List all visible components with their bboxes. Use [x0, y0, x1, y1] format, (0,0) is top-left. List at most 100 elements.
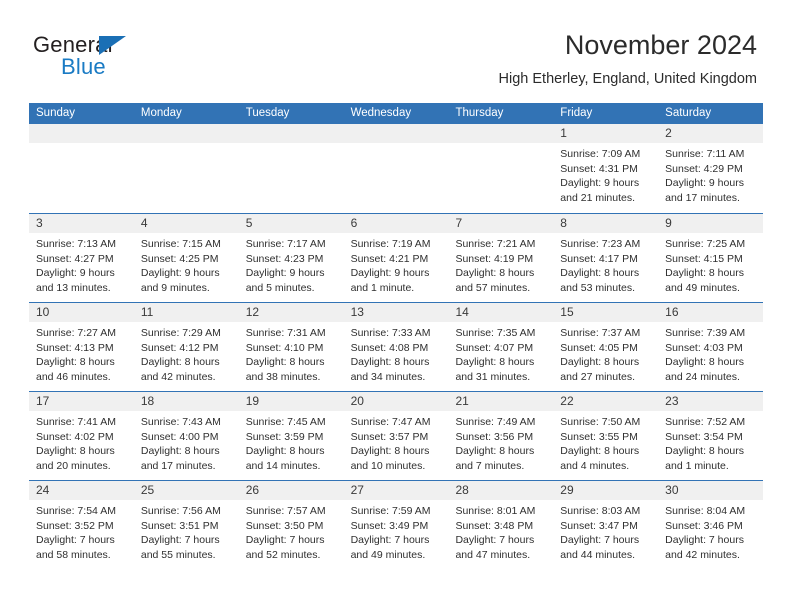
day-cell[interactable]: 15 Sunrise: 7:37 AM Sunset: 4:05 PM Dayligh…	[553, 303, 659, 391]
day-number: 29	[560, 483, 574, 497]
day-number: 17	[36, 394, 50, 408]
day-cell[interactable]: 21 Sunrise: 7:49 AM Sunset: 3:56 PM Dayligh…	[448, 392, 554, 480]
day-cell[interactable]: 22 Sunrise: 7:50 AM Sunset: 3:55 PM Dayligh…	[553, 392, 659, 480]
day-cell[interactable]: 16 Sunrise: 7:39 AM Sunset: 4:03 PM Dayligh…	[658, 303, 764, 391]
day-detail-line: and 57 minutes.	[455, 281, 531, 294]
day-number-header: 22	[553, 392, 659, 411]
day-detail-line: Sunrise: 7:47 AM	[350, 416, 431, 428]
day-detail-line: and 13 minutes.	[36, 281, 111, 294]
day-number-header: 29	[553, 481, 659, 500]
weekday-header-sunday: Sunday	[36, 107, 76, 119]
day-cell[interactable]: 29 Sunrise: 8:03 AM Sunset: 3:47 PM Dayligh…	[553, 481, 659, 569]
day-cell[interactable]: 4 Sunrise: 7:15 AM Sunset: 4:25 PM Daylight…	[133, 214, 239, 302]
day-number-header: 10	[29, 303, 134, 322]
day-number-header: 8	[553, 214, 659, 233]
day-detail-line: and 17 minutes.	[140, 459, 216, 472]
day-cell[interactable]: 6 Sunrise: 7:19 AM Sunset: 4:21 PM Daylight…	[343, 214, 449, 302]
day-cell[interactable]: 14 Sunrise: 7:35 AM Sunset: 4:07 PM Dayligh…	[448, 303, 554, 391]
day-detail-line: and 42 minutes.	[140, 370, 216, 383]
day-detail-line: Daylight: 8 hours	[560, 356, 640, 368]
calendar-grid: Sunday Monday Tuesday Wednesday Thursday Frid…	[29, 103, 764, 569]
day-detail-line: Sunrise: 7:41 AM	[36, 416, 116, 428]
day-detail-line: Sunset: 3:46 PM	[665, 519, 743, 532]
day-details: Sunrise: 7:33 AM Sunset: 4:08 PM Daylight:…	[343, 322, 449, 391]
day-detail-line: Sunrise: 7:56 AM	[140, 505, 221, 517]
day-number-header	[133, 124, 239, 143]
day-number: 15	[560, 305, 574, 319]
day-cell[interactable]: 12 Sunrise: 7:31 AM Sunset: 4:10 PM Dayligh…	[238, 303, 344, 391]
day-detail-line: Sunset: 4:21 PM	[350, 252, 429, 265]
day-cell[interactable]: 11 Sunrise: 7:29 AM Sunset: 4:12 PM Dayligh…	[133, 303, 239, 391]
day-detail-line: Sunset: 3:50 PM	[245, 519, 324, 532]
day-details: Sunrise: 7:50 AM Sunset: 3:55 PM Daylight:…	[553, 411, 659, 480]
day-detail-line: Sunrise: 7:35 AM	[455, 327, 536, 339]
day-number: 2	[665, 126, 672, 140]
day-detail-line: Sunset: 3:47 PM	[560, 519, 638, 532]
day-detail-line: Daylight: 9 hours	[665, 177, 744, 189]
day-detail-line: Sunset: 4:19 PM	[455, 252, 534, 265]
day-cell[interactable]: 30 Sunrise: 8:04 AM Sunset: 3:46 PM Dayligh…	[658, 481, 764, 569]
day-cell[interactable]: 26 Sunrise: 7:57 AM Sunset: 3:50 PM Dayligh…	[238, 481, 344, 569]
day-number: 13	[350, 305, 364, 319]
day-cell-empty	[238, 124, 344, 213]
day-number-header	[343, 124, 449, 143]
day-number-header: 28	[448, 481, 554, 500]
day-cell[interactable]: 9 Sunrise: 7:25 AM Sunset: 4:15 PM Daylight…	[658, 214, 764, 302]
day-detail-line: Sunrise: 7:57 AM	[245, 505, 326, 517]
day-detail-line: and 46 minutes.	[36, 370, 111, 383]
day-cell[interactable]: 5 Sunrise: 7:17 AM Sunset: 4:23 PM Daylight…	[238, 214, 344, 302]
day-number: 23	[665, 394, 679, 408]
calendar-weeks: 1 Sunrise: 7:09 AM Sunset: 4:31 PM Daylight…	[29, 124, 764, 569]
day-detail-line: Sunrise: 7:33 AM	[350, 327, 431, 339]
day-details: Sunrise: 7:23 AM Sunset: 4:17 PM Daylight:…	[553, 233, 659, 302]
day-number-header: 14	[448, 303, 554, 322]
title-block: November 2024 High Etherley, England, Un…	[499, 28, 757, 88]
day-cell[interactable]: 8 Sunrise: 7:23 AM Sunset: 4:17 PM Daylight…	[553, 214, 659, 302]
day-cell[interactable]: 17 Sunrise: 7:41 AM Sunset: 4:02 PM Dayligh…	[29, 392, 134, 480]
day-cell[interactable]: 3 Sunrise: 7:13 AM Sunset: 4:27 PM Daylight…	[29, 214, 134, 302]
day-cell[interactable]: 23 Sunrise: 7:52 AM Sunset: 3:54 PM Dayligh…	[658, 392, 764, 480]
day-details: Sunrise: 7:47 AM Sunset: 3:57 PM Daylight:…	[343, 411, 449, 480]
day-details: Sunrise: 7:17 AM Sunset: 4:23 PM Daylight:…	[238, 233, 344, 302]
day-cell[interactable]: 10 Sunrise: 7:27 AM Sunset: 4:13 PM Dayligh…	[29, 303, 134, 391]
day-details: Sunrise: 7:37 AM Sunset: 4:05 PM Daylight:…	[553, 322, 659, 391]
day-cell[interactable]: 13 Sunrise: 7:33 AM Sunset: 4:08 PM Dayligh…	[343, 303, 449, 391]
day-details	[448, 143, 554, 212]
day-cell[interactable]: 24 Sunrise: 7:54 AM Sunset: 3:52 PM Dayligh…	[29, 481, 134, 569]
day-detail-line: Daylight: 8 hours	[36, 445, 115, 457]
day-number: 19	[245, 394, 260, 408]
day-cell[interactable]: 25 Sunrise: 7:56 AM Sunset: 3:51 PM Dayligh…	[133, 481, 239, 569]
day-detail-line: Sunrise: 8:01 AM	[455, 505, 536, 517]
day-number: 10	[36, 305, 50, 319]
day-cell[interactable]: 7 Sunrise: 7:21 AM Sunset: 4:19 PM Daylight…	[448, 214, 554, 302]
day-number: 12	[245, 305, 260, 319]
day-detail-line: and 9 minutes.	[140, 281, 210, 294]
day-details: Sunrise: 7:31 AM Sunset: 4:10 PM Daylight:…	[238, 322, 344, 391]
day-cell[interactable]: 20 Sunrise: 7:47 AM Sunset: 3:57 PM Dayligh…	[343, 392, 449, 480]
general-blue-logo[interactable]: General Blue	[33, 32, 213, 82]
day-details: Sunrise: 7:27 AM Sunset: 4:13 PM Daylight:…	[29, 322, 134, 391]
day-number-header: 18	[133, 392, 239, 411]
day-details: Sunrise: 7:59 AM Sunset: 3:49 PM Daylight:…	[343, 500, 449, 569]
day-cell[interactable]: 1 Sunrise: 7:09 AM Sunset: 4:31 PM Daylight…	[553, 124, 659, 213]
day-detail-line: and 4 minutes.	[560, 459, 630, 472]
day-cell[interactable]: 27 Sunrise: 7:59 AM Sunset: 3:49 PM Dayligh…	[343, 481, 449, 569]
day-detail-line: Sunset: 4:00 PM	[140, 430, 219, 443]
day-cell[interactable]: 19 Sunrise: 7:45 AM Sunset: 3:59 PM Dayligh…	[238, 392, 344, 480]
day-cell[interactable]: 28 Sunrise: 8:01 AM Sunset: 3:48 PM Dayligh…	[448, 481, 554, 569]
day-detail-line: and 42 minutes.	[665, 548, 740, 561]
day-detail-line: and 27 minutes.	[560, 370, 636, 383]
day-detail-line: Sunset: 4:25 PM	[140, 252, 219, 265]
day-details: Sunrise: 8:01 AM Sunset: 3:48 PM Daylight:…	[448, 500, 554, 569]
day-cell[interactable]: 2 Sunrise: 7:11 AM Sunset: 4:29 PM Daylight…	[658, 124, 764, 213]
day-detail-line: Daylight: 7 hours	[665, 534, 744, 546]
day-detail-line: Sunset: 4:05 PM	[560, 341, 638, 354]
day-details: Sunrise: 7:41 AM Sunset: 4:02 PM Daylight:…	[29, 411, 134, 480]
day-detail-line: Sunset: 3:49 PM	[350, 519, 429, 532]
day-detail-line: Daylight: 7 hours	[140, 534, 220, 546]
day-number-header: 5	[238, 214, 344, 233]
day-cell[interactable]: 18 Sunrise: 7:43 AM Sunset: 4:00 PM Dayligh…	[133, 392, 239, 480]
calendar-page: General Blue November 2024 High Etherley…	[0, 0, 792, 612]
day-detail-line: Sunrise: 7:59 AM	[350, 505, 431, 517]
day-detail-line: Daylight: 8 hours	[140, 356, 220, 368]
